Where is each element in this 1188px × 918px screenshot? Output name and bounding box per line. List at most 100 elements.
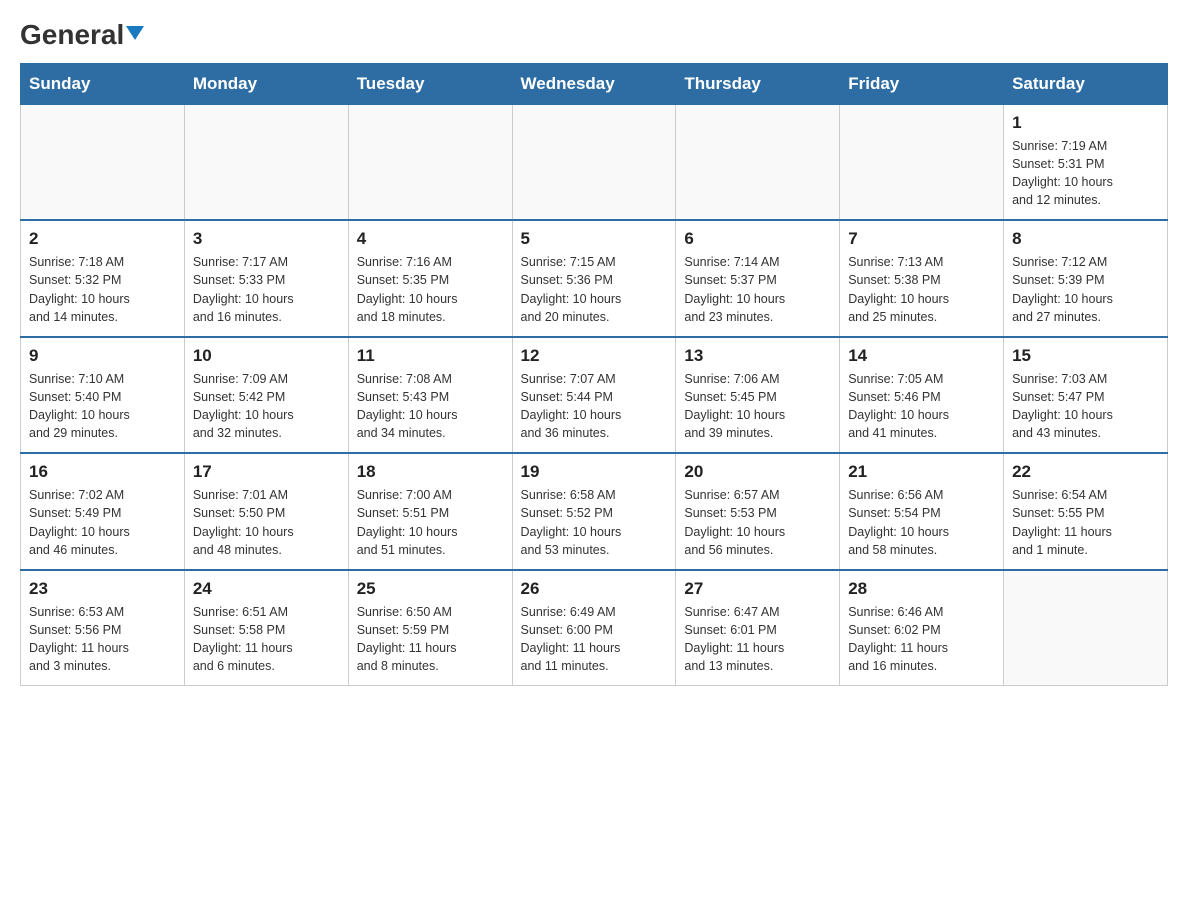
day-info: Sunrise: 6:49 AMSunset: 6:00 PMDaylight:… <box>521 603 668 676</box>
day-info: Sunrise: 7:18 AMSunset: 5:32 PMDaylight:… <box>29 253 176 326</box>
calendar-cell: 14 Sunrise: 7:05 AMSunset: 5:46 PMDayligh… <box>840 337 1004 454</box>
calendar-cell: 8 Sunrise: 7:12 AMSunset: 5:39 PMDaylight… <box>1004 220 1168 337</box>
day-number: 22 <box>1012 462 1159 482</box>
calendar-cell: 15 Sunrise: 7:03 AMSunset: 5:47 PMDayligh… <box>1004 337 1168 454</box>
day-number: 21 <box>848 462 995 482</box>
day-number: 15 <box>1012 346 1159 366</box>
calendar-cell <box>512 104 676 220</box>
day-info: Sunrise: 7:00 AMSunset: 5:51 PMDaylight:… <box>357 486 504 559</box>
calendar-cell: 21Sunrise: 6:56 AMSunset: 5:54 PMDayligh… <box>840 453 1004 570</box>
week-row-1: 1 Sunrise: 7:19 AMSunset: 5:31 PMDaylight… <box>21 104 1168 220</box>
day-number: 4 <box>357 229 504 249</box>
day-info: Sunrise: 7:15 AMSunset: 5:36 PMDaylight:… <box>521 253 668 326</box>
calendar-cell: 22 Sunrise: 6:54 AMSunset: 5:55 PMDayligh… <box>1004 453 1168 570</box>
day-info: Sunrise: 7:07 AMSunset: 5:44 PMDaylight:… <box>521 370 668 443</box>
day-info: Sunrise: 7:10 AMSunset: 5:40 PMDaylight:… <box>29 370 176 443</box>
calendar-cell: 4 Sunrise: 7:16 AMSunset: 5:35 PMDaylight… <box>348 220 512 337</box>
day-number: 7 <box>848 229 995 249</box>
day-number: 13 <box>684 346 831 366</box>
day-number: 23 <box>29 579 176 599</box>
week-row-4: 16Sunrise: 7:02 AMSunset: 5:49 PMDayligh… <box>21 453 1168 570</box>
day-info: Sunrise: 7:06 AMSunset: 5:45 PMDaylight:… <box>684 370 831 443</box>
calendar-cell: 18Sunrise: 7:00 AMSunset: 5:51 PMDayligh… <box>348 453 512 570</box>
calendar-cell: 9 Sunrise: 7:10 AMSunset: 5:40 PMDaylight… <box>21 337 185 454</box>
calendar-cell: 6 Sunrise: 7:14 AMSunset: 5:37 PMDaylight… <box>676 220 840 337</box>
weekday-header-friday: Friday <box>840 63 1004 104</box>
calendar-cell: 17 Sunrise: 7:01 AMSunset: 5:50 PMDayligh… <box>184 453 348 570</box>
calendar-cell: 19 Sunrise: 6:58 AMSunset: 5:52 PMDayligh… <box>512 453 676 570</box>
day-number: 14 <box>848 346 995 366</box>
calendar-cell: 28 Sunrise: 6:46 AMSunset: 6:02 PMDayligh… <box>840 570 1004 686</box>
day-info: Sunrise: 7:08 AMSunset: 5:43 PMDaylight:… <box>357 370 504 443</box>
day-info: Sunrise: 6:57 AMSunset: 5:53 PMDaylight:… <box>684 486 831 559</box>
day-info: Sunrise: 7:17 AMSunset: 5:33 PMDaylight:… <box>193 253 340 326</box>
calendar-cell: 7 Sunrise: 7:13 AMSunset: 5:38 PMDaylight… <box>840 220 1004 337</box>
day-number: 20 <box>684 462 831 482</box>
day-number: 8 <box>1012 229 1159 249</box>
calendar-cell: 26 Sunrise: 6:49 AMSunset: 6:00 PMDayligh… <box>512 570 676 686</box>
day-info: Sunrise: 7:13 AMSunset: 5:38 PMDaylight:… <box>848 253 995 326</box>
day-number: 12 <box>521 346 668 366</box>
calendar-cell <box>21 104 185 220</box>
calendar-cell: 16Sunrise: 7:02 AMSunset: 5:49 PMDayligh… <box>21 453 185 570</box>
day-number: 10 <box>193 346 340 366</box>
calendar-cell: 1 Sunrise: 7:19 AMSunset: 5:31 PMDaylight… <box>1004 104 1168 220</box>
day-number: 9 <box>29 346 176 366</box>
calendar-cell: 20 Sunrise: 6:57 AMSunset: 5:53 PMDayligh… <box>676 453 840 570</box>
day-info: Sunrise: 7:09 AMSunset: 5:42 PMDaylight:… <box>193 370 340 443</box>
day-info: Sunrise: 6:47 AMSunset: 6:01 PMDaylight:… <box>684 603 831 676</box>
day-info: Sunrise: 6:58 AMSunset: 5:52 PMDaylight:… <box>521 486 668 559</box>
day-number: 17 <box>193 462 340 482</box>
calendar-cell <box>184 104 348 220</box>
day-number: 26 <box>521 579 668 599</box>
day-info: Sunrise: 6:50 AMSunset: 5:59 PMDaylight:… <box>357 603 504 676</box>
calendar-table: SundayMondayTuesdayWednesdayThursdayFrid… <box>20 63 1168 687</box>
calendar-cell: 27 Sunrise: 6:47 AMSunset: 6:01 PMDayligh… <box>676 570 840 686</box>
calendar-cell: 23 Sunrise: 6:53 AMSunset: 5:56 PMDayligh… <box>21 570 185 686</box>
day-number: 25 <box>357 579 504 599</box>
day-info: Sunrise: 6:53 AMSunset: 5:56 PMDaylight:… <box>29 603 176 676</box>
week-row-3: 9 Sunrise: 7:10 AMSunset: 5:40 PMDaylight… <box>21 337 1168 454</box>
calendar-cell: 2 Sunrise: 7:18 AMSunset: 5:32 PMDaylight… <box>21 220 185 337</box>
logo: General <box>20 20 144 47</box>
day-info: Sunrise: 7:02 AMSunset: 5:49 PMDaylight:… <box>29 486 176 559</box>
week-row-2: 2 Sunrise: 7:18 AMSunset: 5:32 PMDaylight… <box>21 220 1168 337</box>
week-row-5: 23 Sunrise: 6:53 AMSunset: 5:56 PMDayligh… <box>21 570 1168 686</box>
day-info: Sunrise: 7:16 AMSunset: 5:35 PMDaylight:… <box>357 253 504 326</box>
day-info: Sunrise: 7:03 AMSunset: 5:47 PMDaylight:… <box>1012 370 1159 443</box>
day-number: 11 <box>357 346 504 366</box>
weekday-header-wednesday: Wednesday <box>512 63 676 104</box>
day-info: Sunrise: 7:01 AMSunset: 5:50 PMDaylight:… <box>193 486 340 559</box>
day-info: Sunrise: 6:46 AMSunset: 6:02 PMDaylight:… <box>848 603 995 676</box>
day-info: Sunrise: 7:12 AMSunset: 5:39 PMDaylight:… <box>1012 253 1159 326</box>
logo-triangle-icon <box>126 26 144 40</box>
day-info: Sunrise: 6:54 AMSunset: 5:55 PMDaylight:… <box>1012 486 1159 559</box>
day-number: 28 <box>848 579 995 599</box>
day-number: 27 <box>684 579 831 599</box>
day-info: Sunrise: 7:19 AMSunset: 5:31 PMDaylight:… <box>1012 137 1159 210</box>
day-info: Sunrise: 7:05 AMSunset: 5:46 PMDaylight:… <box>848 370 995 443</box>
weekday-header-thursday: Thursday <box>676 63 840 104</box>
calendar-cell: 5Sunrise: 7:15 AMSunset: 5:36 PMDaylight… <box>512 220 676 337</box>
calendar-cell <box>1004 570 1168 686</box>
weekday-header-saturday: Saturday <box>1004 63 1168 104</box>
weekday-header-row: SundayMondayTuesdayWednesdayThursdayFrid… <box>21 63 1168 104</box>
calendar-cell: 3Sunrise: 7:17 AMSunset: 5:33 PMDaylight… <box>184 220 348 337</box>
weekday-header-tuesday: Tuesday <box>348 63 512 104</box>
calendar-cell: 25 Sunrise: 6:50 AMSunset: 5:59 PMDayligh… <box>348 570 512 686</box>
day-info: Sunrise: 7:14 AMSunset: 5:37 PMDaylight:… <box>684 253 831 326</box>
day-number: 1 <box>1012 113 1159 133</box>
calendar-cell <box>676 104 840 220</box>
day-number: 19 <box>521 462 668 482</box>
calendar-cell <box>348 104 512 220</box>
day-number: 6 <box>684 229 831 249</box>
day-info: Sunrise: 6:51 AMSunset: 5:58 PMDaylight:… <box>193 603 340 676</box>
calendar-cell: 11 Sunrise: 7:08 AMSunset: 5:43 PMDayligh… <box>348 337 512 454</box>
weekday-header-sunday: Sunday <box>21 63 185 104</box>
calendar-cell: 24Sunrise: 6:51 AMSunset: 5:58 PMDayligh… <box>184 570 348 686</box>
page-header: General <box>20 20 1168 47</box>
calendar-cell: 12 Sunrise: 7:07 AMSunset: 5:44 PMDayligh… <box>512 337 676 454</box>
logo-general-text: General <box>20 20 144 51</box>
calendar-cell <box>840 104 1004 220</box>
day-number: 2 <box>29 229 176 249</box>
